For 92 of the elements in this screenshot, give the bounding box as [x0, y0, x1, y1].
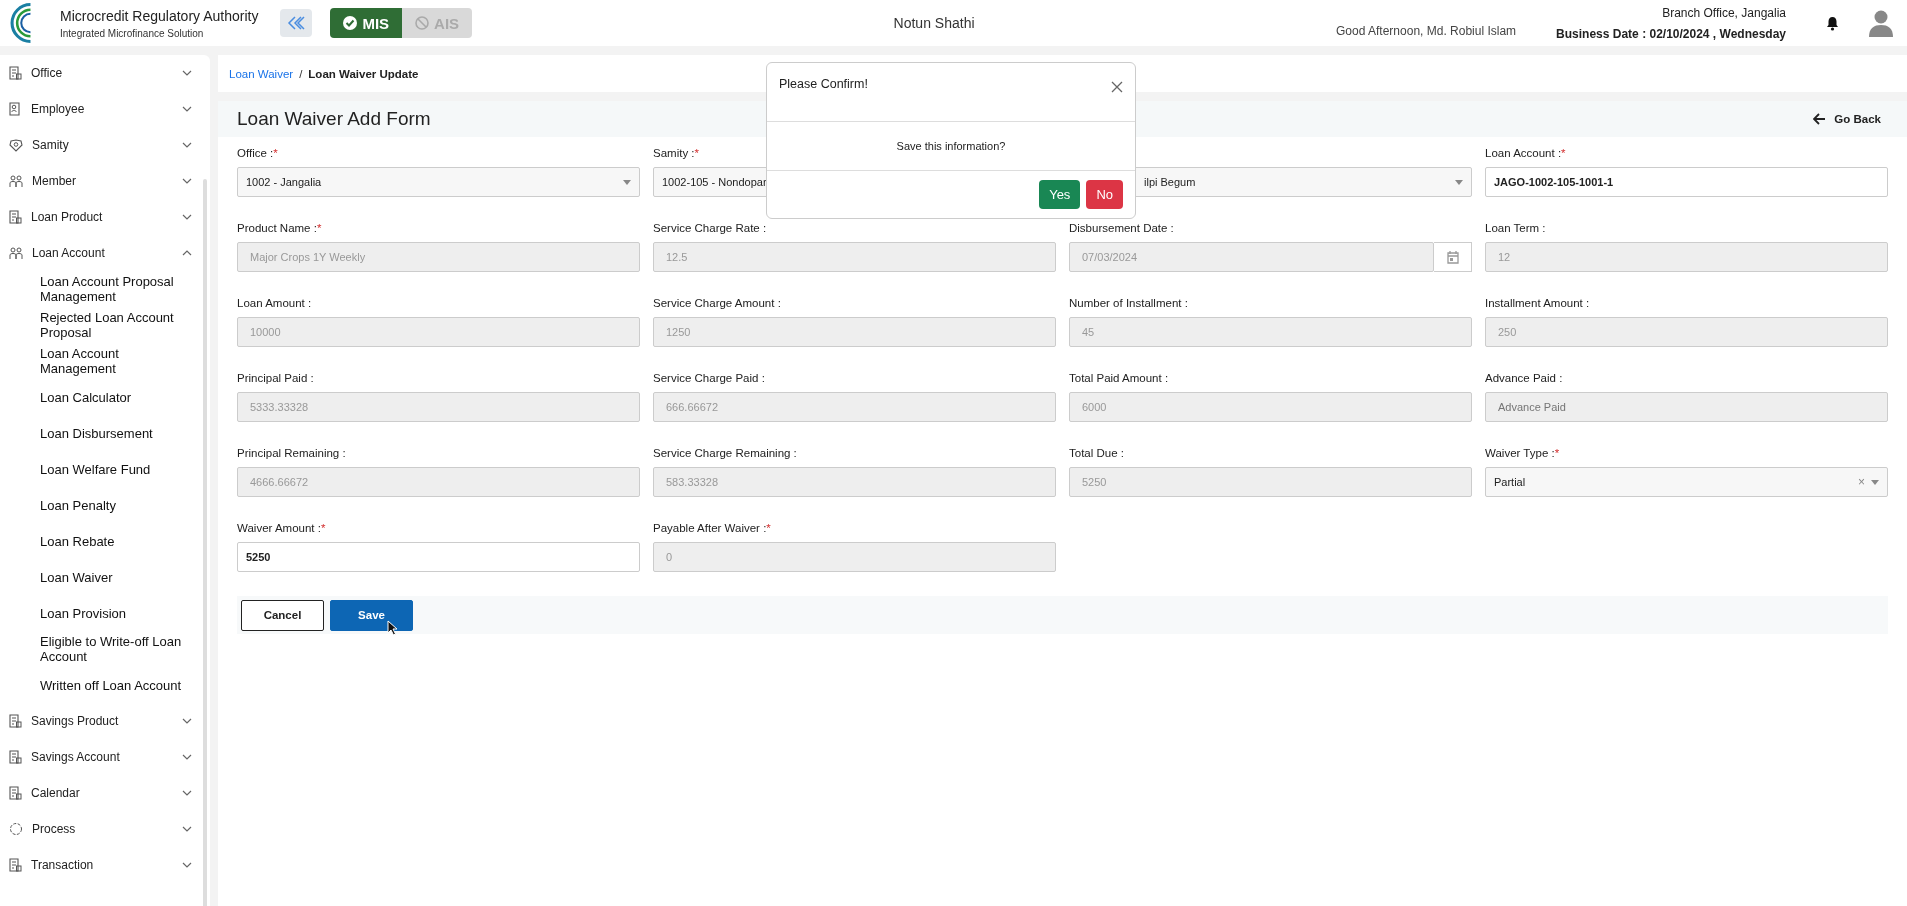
- field-label: Product Name :*: [237, 222, 322, 235]
- field-label: Total Due :: [1069, 447, 1124, 460]
- arrow-left-icon: [1813, 113, 1827, 125]
- sidebar-subitem[interactable]: Loan Provision: [0, 595, 210, 631]
- input-field[interactable]: 5250: [237, 542, 640, 572]
- cancel-button[interactable]: Cancel: [241, 599, 324, 631]
- field-label: Installment Amount :: [1485, 297, 1590, 310]
- field-label: Service Charge Amount :: [653, 297, 781, 310]
- close-icon: [1111, 81, 1123, 93]
- field-label: Office :*: [237, 147, 278, 160]
- field-label: Service Charge Paid :: [653, 372, 765, 385]
- calendar-button[interactable]: [1434, 242, 1472, 272]
- sidebar-subitem[interactable]: Loan Welfare Fund: [0, 451, 210, 487]
- field-label: Service Charge Remaining :: [653, 447, 797, 460]
- no-button[interactable]: No: [1086, 180, 1123, 209]
- document-icon: [9, 858, 22, 872]
- caret-icon: [1871, 479, 1879, 485]
- document-icon: [9, 66, 22, 80]
- sidebar-subitem[interactable]: Written off Loan Account: [0, 667, 210, 703]
- field-label: Total Paid Amount :: [1069, 372, 1169, 385]
- sidebar-item[interactable]: Savings Product: [0, 703, 210, 739]
- field-label: Loan Amount :: [237, 297, 312, 310]
- field-label: Service Charge Rate :: [653, 222, 767, 235]
- sidebar-item[interactable]: Member: [0, 163, 210, 199]
- yes-button[interactable]: Yes: [1039, 180, 1081, 209]
- app-name: Notun Shathi: [893, 15, 975, 31]
- field-label: Disbursement Date :: [1069, 222, 1174, 235]
- calendar-icon: [1446, 250, 1459, 264]
- people-icon: [9, 174, 23, 188]
- business-date: Business Date : 02/10/2024 , Wednesday: [1556, 26, 1786, 41]
- sidebar-subitem[interactable]: Loan Account Management: [0, 343, 210, 379]
- field-label: Payable After Waiver :*: [653, 522, 771, 535]
- badge-icon: [9, 138, 23, 152]
- breadcrumb-link[interactable]: Loan Waiver: [229, 67, 294, 80]
- sidebar-subitem[interactable]: Loan Disbursement: [0, 415, 210, 451]
- field-label: Loan Account :*: [1485, 147, 1566, 160]
- document-icon: [9, 786, 22, 800]
- sidebar-item[interactable]: Loan Product: [0, 199, 210, 235]
- caret-icon: [1455, 179, 1463, 185]
- blocked-icon: [415, 16, 430, 30]
- avatar-icon[interactable]: [1869, 9, 1893, 37]
- sidebar-item[interactable]: Loan Account: [0, 235, 210, 271]
- back-button[interactable]: Go Back: [1807, 112, 1887, 126]
- form-title: Loan Waiver Add Form: [237, 108, 431, 130]
- field-label: Principal Paid :: [237, 372, 314, 385]
- bell-icon[interactable]: [1826, 15, 1839, 31]
- field-label: Number of Installment :: [1069, 297, 1188, 310]
- check-icon: [343, 16, 358, 30]
- save-button[interactable]: Save: [330, 599, 413, 631]
- caret-icon: [623, 179, 631, 185]
- mode-tab[interactable]: MIS: [330, 8, 403, 38]
- sidebar-subitem[interactable]: Loan Calculator: [0, 379, 210, 415]
- process-icon: [9, 822, 23, 836]
- sidebar-subitem[interactable]: Loan Waiver: [0, 559, 210, 595]
- sidebar-item[interactable]: Office: [0, 55, 210, 91]
- org-name: Microcredit Regulatory Authority: [60, 7, 259, 24]
- org-subtitle: Integrated Microfinance Solution: [60, 27, 205, 39]
- document-icon: [9, 750, 22, 764]
- document-icon: [9, 210, 22, 224]
- breadcrumb-current: Loan Waiver Update: [308, 67, 419, 80]
- sidebar-subitem[interactable]: Loan Rebate: [0, 523, 210, 559]
- document-icon: [9, 714, 22, 728]
- field-label: Samity :*: [653, 147, 700, 160]
- sidebar-item[interactable]: Process: [0, 811, 210, 847]
- logo-icon: [10, 3, 32, 43]
- breadcrumb-separator: /: [299, 67, 303, 80]
- greeting: Good Afternoon, Md. Robiul Islam: [1336, 24, 1517, 38]
- sidebar-item[interactable]: Calendar: [0, 775, 210, 811]
- field-label: Principal Remaining :: [237, 447, 346, 460]
- scrollbar[interactable]: [203, 179, 207, 906]
- double-chevron-icon: [287, 16, 306, 30]
- branch-name: Branch Office, Jangalia: [1662, 5, 1786, 20]
- sidebar-subitem[interactable]: Loan Penalty: [0, 487, 210, 523]
- dialog-title: Please Confirm!: [779, 77, 868, 91]
- sidebar-item[interactable]: Transaction: [0, 847, 210, 883]
- sidebar-subitem[interactable]: Rejected Loan Account Proposal: [0, 307, 210, 343]
- field-label: Waiver Type :*: [1485, 447, 1560, 460]
- sidebar-item[interactable]: Samity: [0, 127, 210, 163]
- id-card-icon: [9, 102, 22, 116]
- input-field[interactable]: JAGO-1002-105-1001-1: [1485, 167, 1888, 197]
- sidebar-subitem[interactable]: Loan Account Proposal Management: [0, 271, 210, 307]
- sidebar-item[interactable]: Employee: [0, 91, 210, 127]
- field-label: Advance Paid :: [1485, 372, 1563, 385]
- select-field[interactable]: 1002 - Jangalia: [237, 167, 640, 197]
- field-label: Waiver Amount :*: [237, 522, 326, 535]
- collapse-button[interactable]: [280, 9, 313, 37]
- field-label: Loan Term :: [1485, 222, 1546, 235]
- people-icon: [9, 246, 23, 260]
- select-field[interactable]: Partial ×: [1485, 467, 1888, 497]
- sidebar-subitem[interactable]: Eligible to Write-off Loan Account: [0, 631, 210, 667]
- dialog-message: Save this information?: [896, 140, 1006, 152]
- sidebar-item[interactable]: Savings Account: [0, 739, 210, 775]
